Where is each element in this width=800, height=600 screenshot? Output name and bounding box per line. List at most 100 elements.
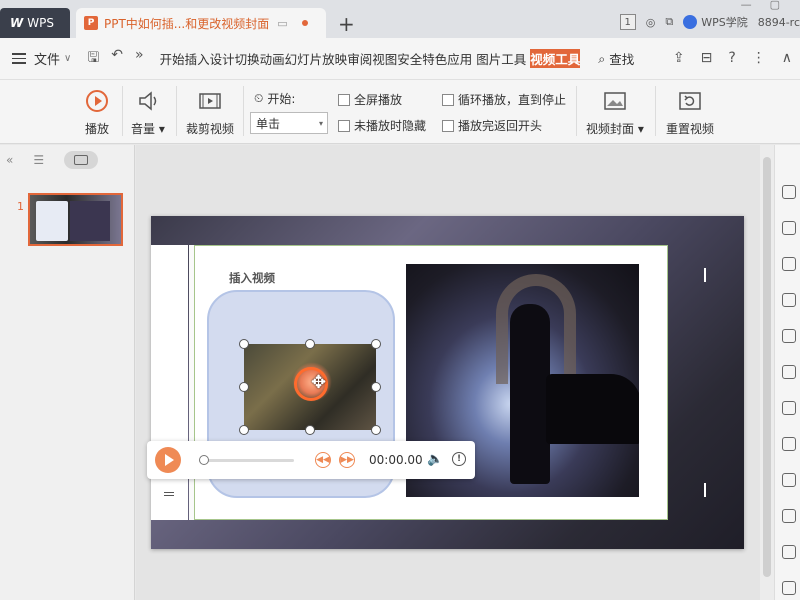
resize-handle[interactable]: [305, 425, 315, 435]
progress-knob[interactable]: [199, 455, 209, 465]
resize-handle[interactable]: [371, 339, 381, 349]
photo-person: [510, 304, 550, 484]
ribbon: 播放 音量 ▾ 裁剪视频 ⏲ 开始: 单击 ▾ 全屏播放 未播放时隐藏 循环播放…: [0, 80, 800, 144]
menu-item-picture-tools[interactable]: 图片工具: [476, 49, 526, 68]
menu-item-view[interactable]: 视图: [372, 49, 397, 68]
menu-item-video-tools[interactable]: 视频工具: [530, 49, 581, 68]
thumb-photo: [70, 201, 110, 241]
fullscreen-label: 全屏播放: [354, 93, 403, 107]
fullscreen-checkbox[interactable]: 全屏播放: [338, 91, 402, 108]
account-label[interactable]: 8894-rc: [758, 16, 800, 29]
scrollbar-thumb[interactable]: [763, 157, 771, 577]
thumbnail-view-toggle[interactable]: [64, 151, 99, 169]
slide-title: 插入视频: [229, 271, 275, 285]
info-icon[interactable]: !: [452, 452, 466, 466]
slide-thumbnail[interactable]: [28, 193, 123, 246]
export-icon[interactable]: [782, 401, 796, 415]
slide-menu-icon[interactable]: [164, 492, 174, 498]
share-out-icon[interactable]: ⇪: [673, 50, 685, 66]
resize-handle[interactable]: [371, 382, 381, 392]
undo-icon[interactable]: ↶: [111, 47, 123, 71]
resize-handle[interactable]: [305, 339, 315, 349]
box-icon[interactable]: [782, 437, 796, 451]
play-button[interactable]: 播放: [84, 88, 110, 137]
tab-bar: W WPS P PPT中如何插...和更改视频封面 ▭ + 1 ◎ ⧉ WPS学…: [0, 0, 800, 38]
star-icon[interactable]: [782, 185, 796, 199]
help-icon[interactable]: ?: [728, 50, 735, 66]
minimize-icon[interactable]: —: [741, 0, 752, 11]
skin-icon[interactable]: ◎: [646, 16, 656, 29]
menu-bar: 文件 ∨ 🖫 ↶ » 开始 插入 设计 切换 动画 幻灯片放映 审阅 视图 安全…: [0, 38, 800, 80]
menu-item-slideshow[interactable]: 幻灯片放映: [285, 49, 348, 68]
video-library-icon[interactable]: [782, 473, 796, 487]
play-label: 播放: [84, 122, 109, 136]
shape-icon[interactable]: [782, 257, 796, 271]
menu-item-start[interactable]: 开始: [160, 49, 185, 68]
menu-item-security[interactable]: 安全: [397, 49, 422, 68]
file-menu[interactable]: 文件 ∨: [0, 49, 71, 68]
resize-handle[interactable]: [239, 425, 249, 435]
resize-handle[interactable]: [239, 382, 249, 392]
search-button[interactable]: ⌕ 查找: [598, 49, 634, 68]
vertical-scrollbar[interactable]: [760, 145, 774, 600]
cut-icon[interactable]: [782, 509, 796, 523]
history-icon[interactable]: [782, 581, 796, 595]
right-tool-sidebar: [774, 145, 800, 600]
rewind-label: 播放完返回开头: [458, 119, 543, 133]
collab-icon[interactable]: ⊟: [701, 50, 713, 66]
slide-canvas: 插入视频: [136, 145, 760, 600]
share-icon[interactable]: ⧉: [665, 15, 673, 29]
menu-right: ⇪ ⊟ ? ⋮ ∧: [673, 50, 792, 66]
menu-item-design[interactable]: 设计: [210, 49, 235, 68]
more-icon[interactable]: »: [135, 47, 144, 71]
search-label: 查找: [609, 52, 635, 67]
player-play-button[interactable]: [155, 447, 181, 473]
reset-video-button[interactable]: 重置视频: [666, 88, 714, 137]
rewind-icon[interactable]: ◀◀: [315, 452, 331, 468]
fill-icon[interactable]: [782, 293, 796, 307]
volume-icon[interactable]: 🔈: [427, 452, 443, 467]
progress-track[interactable]: [199, 459, 294, 462]
outline-view-icon[interactable]: ☰: [33, 153, 44, 167]
save-icon[interactable]: 🖫: [87, 47, 99, 71]
monitor-icon[interactable]: ▭: [277, 17, 287, 30]
start-select-value: 单击: [256, 116, 281, 131]
image-icon[interactable]: [782, 365, 796, 379]
trim-video-button[interactable]: 裁剪视频: [186, 88, 234, 137]
slide-marker: [704, 483, 706, 497]
menu-item-transition[interactable]: 切换: [235, 49, 260, 68]
loop-checkbox[interactable]: 循环播放，直到停止: [442, 91, 566, 108]
copy-icon[interactable]: [782, 221, 796, 235]
menu-item-animation[interactable]: 动画: [260, 49, 285, 68]
move-cursor-icon: ✥: [311, 372, 327, 393]
resize-handle[interactable]: [371, 425, 381, 435]
media-control-bar: ◀◀ ▶▶ 00:00.00 🔈 !: [147, 441, 475, 479]
playback-time: 00:00.00: [369, 453, 423, 467]
hide-when-not-playing-checkbox[interactable]: 未播放时隐藏: [338, 117, 426, 134]
settings-sliders-icon[interactable]: [782, 329, 796, 343]
collapse-ribbon-icon[interactable]: ∧: [782, 50, 792, 66]
slide[interactable]: 插入视频: [151, 216, 744, 549]
more-options-icon[interactable]: ⋮: [752, 50, 766, 66]
rewind-checkbox[interactable]: 播放完返回开头: [442, 117, 542, 134]
new-tab-button[interactable]: +: [338, 12, 355, 36]
menu-item-special[interactable]: 特色应用: [422, 49, 472, 68]
tab-wps-home[interactable]: W WPS: [0, 8, 70, 38]
loop-label: 循环播放，直到停止: [458, 93, 567, 107]
window-count-badge[interactable]: 1: [619, 14, 636, 30]
unsaved-dot-icon: [301, 20, 308, 26]
video-object[interactable]: [244, 344, 376, 430]
menu-item-review[interactable]: 审阅: [347, 49, 372, 68]
start-select[interactable]: 单击 ▾: [250, 112, 328, 134]
resize-handle[interactable]: [239, 339, 249, 349]
download-icon[interactable]: [782, 545, 796, 559]
wps-college-button[interactable]: WPS学院: [683, 14, 748, 30]
fast-forward-icon[interactable]: ▶▶: [339, 452, 355, 468]
maximize-icon[interactable]: ▢: [770, 0, 780, 11]
slide-marker: [704, 268, 706, 282]
tab-document[interactable]: P PPT中如何插...和更改视频封面 ▭: [76, 8, 326, 38]
volume-button[interactable]: 音量 ▾: [131, 88, 165, 137]
menu-item-insert[interactable]: 插入: [185, 49, 210, 68]
collapse-panel-icon[interactable]: «: [6, 153, 13, 167]
video-cover-button[interactable]: 视频封面 ▾: [586, 88, 644, 137]
